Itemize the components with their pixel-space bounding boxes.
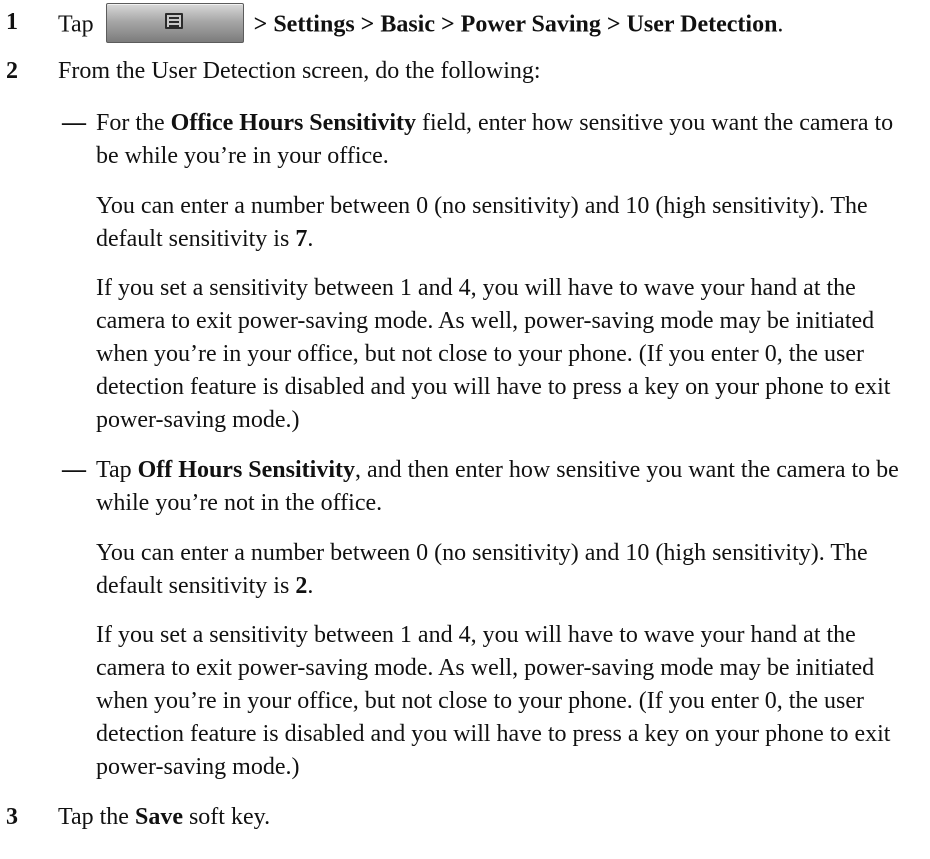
range-period: . <box>307 573 314 599</box>
step-1-period: . <box>777 11 784 38</box>
step-3-post: soft key. <box>188 804 271 830</box>
off-hours-note: If you set a sensitivity between 1 and 4… <box>96 622 891 780</box>
range-period: . <box>307 226 314 252</box>
range-text: You can enter a number between 0 (no sen… <box>96 540 868 599</box>
step-number: 2 <box>6 58 18 84</box>
off-hours-range: You can enter a number between 0 (no sen… <box>96 537 916 603</box>
range-text: You can enter a number between 0 (no sen… <box>96 193 868 252</box>
applications-menu-button[interactable] <box>105 3 244 43</box>
office-hours-default-value: 7 <box>295 226 308 252</box>
off-hours-default-value: 2 <box>295 573 308 599</box>
office-hours-sensitivity-label: Office Hours Sensitivity <box>170 110 416 136</box>
step-3-pre: Tap the <box>58 804 129 830</box>
step-number: 3 <box>6 804 18 830</box>
instruction-pre: Tap <box>96 457 132 483</box>
office-hours-note: If you set a sensitivity between 1 and 4… <box>96 275 891 433</box>
save-softkey-label: Save <box>134 804 183 830</box>
bullet-dash: — <box>62 110 86 136</box>
step-1-text: Tap > Settings > Basic > Power Saving > U… <box>58 3 926 46</box>
settings-path: > Settings > Basic > Power Saving > User… <box>253 11 778 38</box>
office-hours-instruction: For the Office Hours Sensitivity field, … <box>96 107 916 173</box>
step-3-text: Tap the Save soft key. <box>58 801 926 834</box>
menu-list-icon <box>164 13 183 29</box>
off-hours-instruction: Tap Off Hours Sensitivity, and then ente… <box>96 454 916 520</box>
step-number: 1 <box>6 9 18 35</box>
bullet-dash: — <box>62 457 86 483</box>
tap-word: Tap <box>58 11 94 38</box>
step-2-text: From the User Detection screen, do the f… <box>58 58 541 84</box>
instruction-pre: For the <box>96 110 165 136</box>
off-hours-sensitivity-label: Off Hours Sensitivity <box>137 457 355 483</box>
office-hours-range: You can enter a number between 0 (no sen… <box>96 190 916 256</box>
